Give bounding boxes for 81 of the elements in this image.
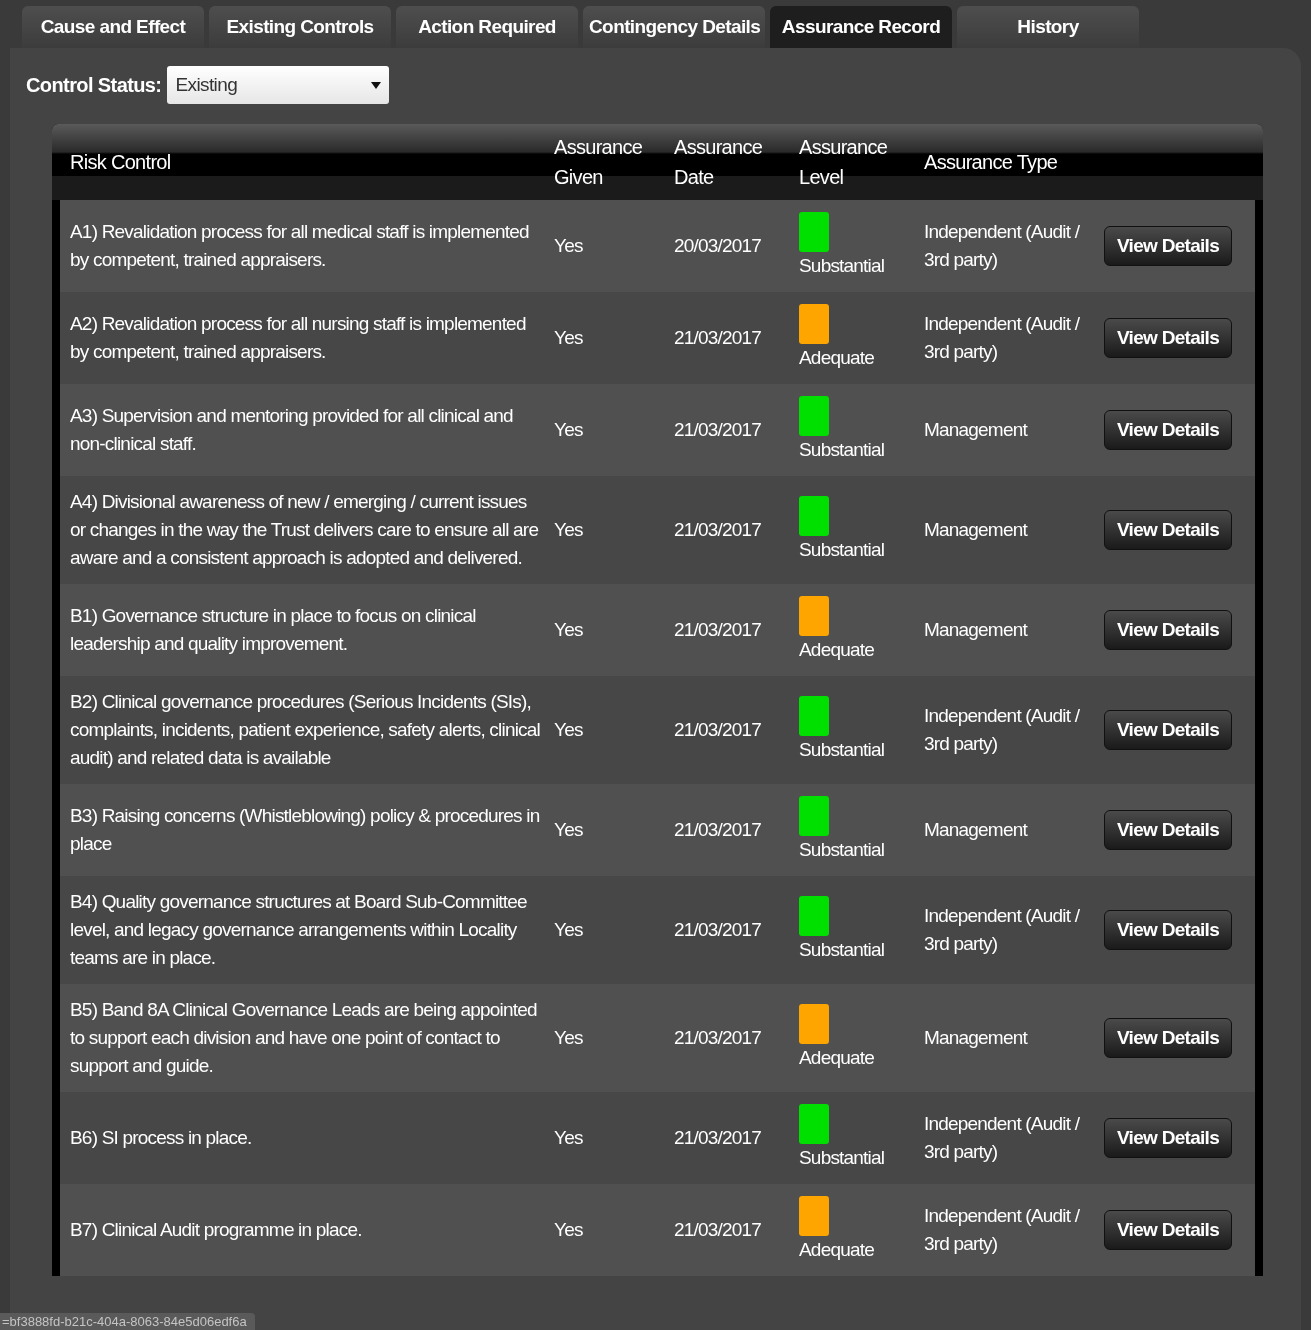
- risk-control-cell-text: A2) Revalidation process for all nursing staff is implemented by competent, trained appraisers.: [69, 312, 527, 364]
- assurance-date-cell-text: 21/03/2017: [674, 418, 763, 442]
- assurance-type-cell-text: Management: [924, 418, 1029, 442]
- column-header: Assurance Level: [799, 135, 889, 190]
- assurance-level-cell-text: Adequate: [799, 1238, 875, 1262]
- assurance-level-cell-text: Adequate: [799, 638, 875, 662]
- assurance-type-cell-text: Independent (Audit / 3rd party): [924, 704, 1081, 756]
- risk-control-cell-text: B3) Raising concerns (Whistleblowing) policy & procedures in place: [69, 804, 541, 856]
- tab[interactable]: Contingency Details: [583, 6, 765, 48]
- assurance-date-cell-text: 20/03/2017: [674, 234, 763, 258]
- column-header: Risk Control: [69, 150, 172, 175]
- assurance-type-cell-text: Management: [924, 518, 1029, 542]
- tab[interactable]: Assurance Record: [770, 6, 952, 48]
- assurance-type-cell-text: Management: [924, 618, 1029, 642]
- assurance-type-cell-text: Management: [924, 1026, 1029, 1050]
- assurance-level-cell-text: Substantial: [799, 254, 886, 278]
- assurance-given-cell-text: Yes: [554, 618, 584, 642]
- assurance-type-cell-text: Independent (Audit / 3rd party): [924, 312, 1081, 364]
- column-header: Assurance Type: [924, 150, 1059, 175]
- assurance-date-cell-text: 21/03/2017: [674, 326, 763, 350]
- caret-icon: [371, 81, 382, 89]
- view-details-button[interactable]: View Details: [1104, 710, 1232, 750]
- assurance-type-cell-text: Independent (Audit / 3rd party): [924, 904, 1081, 956]
- assurance-given-cell-text: Yes: [554, 1218, 584, 1242]
- tab[interactable]: Existing Controls: [209, 6, 391, 48]
- assurance-level-cell-text: Substantial: [799, 738, 886, 762]
- assurance-given-cell-text: Yes: [554, 326, 584, 350]
- assurance-given-cell-text: Yes: [554, 818, 584, 842]
- risk-control-cell-text: A1) Revalidation process for all medical staff is implemented by competent, trained appraisers.: [69, 220, 530, 272]
- filter-label: Control Status:: [26, 73, 162, 97]
- assurance-type-cell-text: Management: [924, 818, 1029, 842]
- assurance-given-cell-text: Yes: [554, 518, 584, 542]
- risk-control-cell-text: B5) Band 8A Clinical Governance Leads are being appointed to support each division and have one point of contact to support and guide.: [69, 998, 538, 1078]
- view-details-button[interactable]: View Details: [1104, 410, 1232, 450]
- assurance-type-cell-text: Independent (Audit / 3rd party): [924, 220, 1081, 272]
- assurance-given-cell-text: Yes: [554, 1026, 584, 1050]
- assurance-level-cell-text: Substantial: [799, 538, 886, 562]
- risk-control-cell-text: B1) Governance structure in place to focus on clinical leadership and quality improvement.: [69, 604, 477, 656]
- assurance-date-cell-text: 21/03/2017: [674, 818, 763, 842]
- tab[interactable]: Action Required: [396, 6, 578, 48]
- assurance-given-cell-text: Yes: [554, 1126, 584, 1150]
- assurance-date-cell-text: 21/03/2017: [674, 1026, 763, 1050]
- assurance-date-cell-text: 21/03/2017: [674, 1218, 763, 1242]
- assurance-level-cell-text: Substantial: [799, 938, 886, 962]
- assurance-type-cell-text: Independent (Audit / 3rd party): [924, 1112, 1081, 1164]
- column-header: Assurance Given: [554, 135, 644, 190]
- tab[interactable]: Cause and Effect: [22, 6, 204, 48]
- view-details-button[interactable]: View Details: [1104, 1210, 1232, 1250]
- risk-control-cell-text: B6) SI process in place.: [69, 1126, 253, 1150]
- risk-control-cell-text: A3) Supervision and mentoring provided for all clinical and non-clinical staff.: [69, 404, 514, 456]
- risk-control-cell-text: B7) Clinical Audit programme in place.: [69, 1218, 363, 1242]
- assurance-given-cell-text: Yes: [554, 234, 584, 258]
- assurance-level-cell-text: Adequate: [799, 346, 875, 370]
- assurance-date-cell-text: 21/03/2017: [674, 618, 763, 642]
- assurance-date-cell-text: 21/03/2017: [674, 918, 763, 942]
- column-header: Assurance Date: [674, 135, 764, 190]
- status-url-text: =bf3888fd-b21c-404a-8063-84e5d06edf6a: [0, 1313, 255, 1330]
- assurance-type-cell-text: Independent (Audit / 3rd party): [924, 1204, 1081, 1256]
- assurance-level-cell-text: Substantial: [799, 838, 886, 862]
- tab[interactable]: History: [957, 6, 1139, 48]
- risk-control-cell-text: B4) Quality governance structures at Board Sub-Committee level, and legacy governance arrangements within Locality teams are in place.: [69, 890, 528, 970]
- view-details-button[interactable]: View Details: [1104, 910, 1232, 950]
- risk-control-cell-text: B2) Clinical governance procedures (Serious Incidents (SIs), complaints, incidents, patient experience, safety alerts, clinical audit) and related data is available: [69, 690, 541, 770]
- view-details-button[interactable]: View Details: [1104, 810, 1232, 850]
- risk-control-cell-text: A4) Divisional awareness of new / emerging / current issues or changes in the way the Trust delivers care to ensure all are aware and a consistent approach is adopted and delivered.: [69, 490, 540, 570]
- assurance-level-cell-text: Substantial: [799, 1146, 886, 1170]
- assurance-given-cell-text: Yes: [554, 918, 584, 942]
- view-details-button[interactable]: View Details: [1104, 318, 1232, 358]
- view-details-button[interactable]: View Details: [1104, 1118, 1232, 1158]
- assurance-level-cell-text: Substantial: [799, 438, 886, 462]
- view-details-button[interactable]: View Details: [1104, 1018, 1232, 1058]
- assurance-given-cell-text: Yes: [554, 718, 584, 742]
- view-details-button[interactable]: View Details: [1104, 226, 1232, 266]
- assurance-date-cell-text: 21/03/2017: [674, 1126, 763, 1150]
- assurance-date-cell-text: 21/03/2017: [674, 718, 763, 742]
- status-dropdown[interactable]: Existing: [167, 66, 390, 104]
- view-details-button[interactable]: View Details: [1104, 610, 1232, 650]
- assurance-given-cell-text: Yes: [554, 418, 584, 442]
- assurance-level-cell-text: Adequate: [799, 1046, 875, 1070]
- assurance-date-cell-text: 21/03/2017: [674, 518, 763, 542]
- view-details-button[interactable]: View Details: [1104, 510, 1232, 550]
